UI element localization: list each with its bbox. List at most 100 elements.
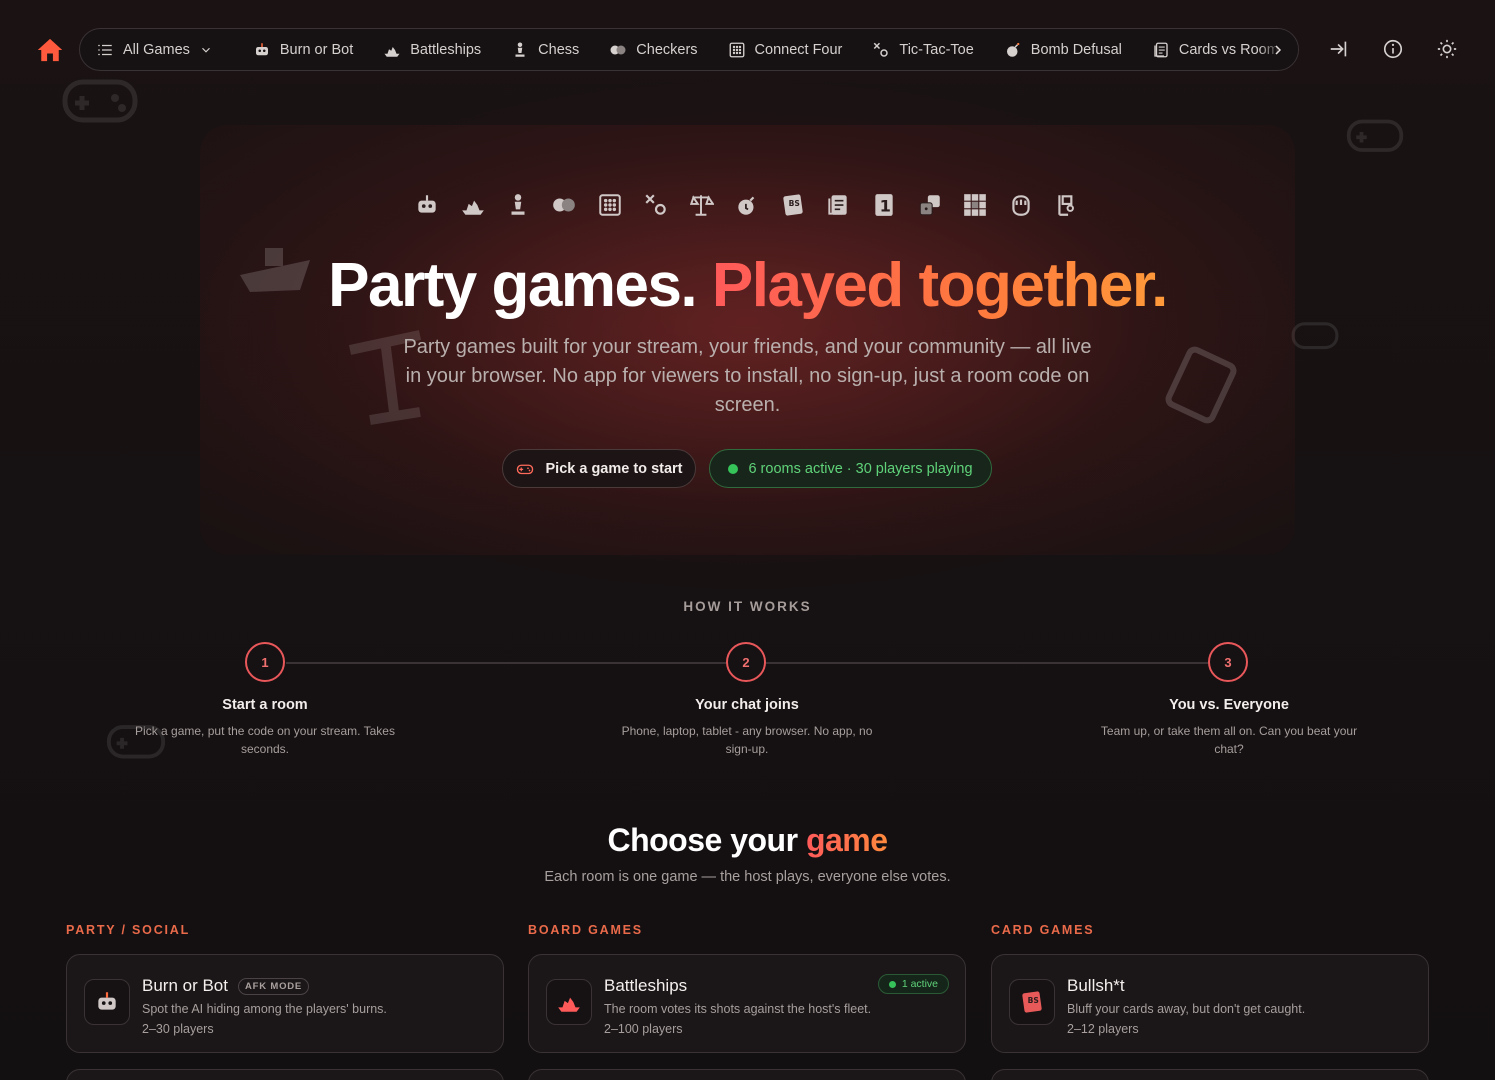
sun-icon[interactable] [1436, 38, 1458, 60]
nav-label: Chess [538, 41, 580, 58]
ship-icon[interactable] [458, 190, 488, 220]
gamepad-decor-icon [1346, 119, 1404, 152]
afk-mode-badge: AFK MODE [238, 977, 310, 995]
flag-icon[interactable] [1052, 190, 1082, 220]
login-icon[interactable] [1328, 38, 1350, 60]
step-title-2: Your chat joins [695, 697, 799, 713]
cards-icon[interactable] [823, 190, 853, 220]
step-title-3: You vs. Everyone [1169, 697, 1289, 713]
category-label-board-games: BOARD GAMES [528, 923, 643, 937]
game-card-bullshit[interactable]: BS Bullsh*t Bluff your cards away, but d… [991, 954, 1429, 1053]
hero-title-main: Party games. [328, 251, 712, 320]
card-players: 2–12 players [1067, 1022, 1139, 1036]
nav-label: Battleships [410, 41, 482, 58]
card-title: Burn or Bot AFK MODE [142, 976, 310, 996]
nav-label: All Games [123, 41, 190, 58]
card-title-text: Burn or Bot [142, 976, 228, 995]
games-nav: All Games Burn or Bot Battleships Chess … [79, 28, 1299, 71]
cards-icon [1154, 42, 1168, 57]
choose-game-title: Choose your game [0, 822, 1495, 859]
category-label-card-games: CARD GAMES [991, 923, 1095, 937]
active-rooms-badge: 1 active [877, 974, 949, 994]
chess-pawn-icon[interactable] [503, 190, 533, 220]
grid-icon [729, 42, 744, 57]
step-desc-1: Pick a game, put the code on your stream… [135, 724, 395, 756]
nav-item-connect-four[interactable]: Connect Four [728, 41, 843, 59]
grid-icon[interactable] [595, 190, 625, 220]
card-title-text: Bullsh*t [1067, 976, 1125, 995]
step-title-1: Start a room [222, 697, 308, 713]
bs-card-icon[interactable]: BS [778, 190, 808, 220]
robot-icon [84, 979, 130, 1025]
hero-title: Party games. Played together. [0, 250, 1495, 321]
gamepad-icon [516, 464, 533, 474]
nav-item-all-games[interactable]: All Games [96, 41, 213, 59]
home-icon[interactable] [36, 36, 64, 64]
svg-text:BS: BS [788, 199, 799, 208]
game-card-battleships[interactable]: Battleships 1 active The room votes its … [528, 954, 966, 1053]
hero-subtitle: Party games built for your stream, your … [403, 336, 1092, 416]
nav-label: Connect Four [754, 41, 843, 58]
card-title-text: Battleships [604, 976, 688, 995]
nav-label: Burn or Bot [279, 41, 354, 58]
bomb-icon[interactable] [732, 190, 762, 220]
list-icon [98, 44, 112, 55]
pick-game-label: Pick a game to start [545, 460, 683, 477]
game-card-next-row[interactable] [66, 1069, 504, 1080]
cards-decor-icon [1165, 346, 1237, 424]
category-label-party-social: PARTY / SOCIAL [66, 923, 191, 937]
game-card-next-row[interactable] [991, 1069, 1429, 1080]
nav-label: Tic-Tac-Toe [899, 41, 974, 58]
nav-item-burn-or-bot[interactable]: Burn or Bot [253, 41, 353, 59]
status-dot [728, 463, 739, 474]
info-icon[interactable] [1382, 38, 1404, 60]
ship-icon [384, 46, 400, 57]
step-number-1: 1 [245, 642, 285, 682]
fist-icon[interactable] [1006, 190, 1036, 220]
robot-icon[interactable] [412, 190, 442, 220]
nav-item-battleships[interactable]: Battleships [383, 41, 481, 59]
how-it-works-label: HOW IT WORKS [683, 599, 812, 614]
svg-text:BS: BS [1028, 996, 1039, 1005]
chevron-down-icon [201, 47, 210, 53]
status-dot [888, 980, 896, 988]
svg-text:1: 1 [880, 197, 891, 216]
ship-icon [546, 979, 592, 1025]
card-description: The room votes its shots against the hos… [604, 1002, 872, 1016]
card-players: 2–30 players [142, 1022, 214, 1036]
hero-title-accent: Played together. [711, 251, 1168, 320]
game-card-next-row[interactable] [528, 1069, 966, 1080]
checkers-icon[interactable] [549, 190, 579, 220]
nav-item-tic-tac-toe[interactable]: Tic-Tac-Toe [872, 41, 974, 59]
x-o-icon [874, 42, 889, 57]
step-number-2: 2 [726, 642, 766, 682]
rooms-status-pill[interactable]: 6 rooms active · 30 players playing [709, 449, 992, 488]
rooms-status-text: 6 rooms active · 30 players playing [748, 460, 973, 477]
gamepad-decor-icon [62, 79, 138, 123]
x-o-icon[interactable] [641, 190, 671, 220]
tiles-icon[interactable] [960, 190, 990, 220]
card-description: Bluff your cards away, but don't get cau… [1067, 1002, 1306, 1016]
card-title: Bullsh*t [1067, 976, 1125, 996]
dice-icon[interactable] [915, 190, 945, 220]
chevron-right-icon [1275, 44, 1282, 55]
nav-item-bomb-defusal[interactable]: Bomb Defusal [1004, 41, 1122, 59]
choose-game-subtitle: Each room is one game — the host plays, … [544, 869, 951, 885]
scales-icon[interactable] [686, 190, 716, 220]
bs-card-icon: BS [1009, 979, 1055, 1025]
bomb-icon [1006, 42, 1020, 57]
step-desc-3: Team up, or take them all on. Can you be… [1100, 724, 1358, 756]
nav-scroll-right[interactable] [1258, 29, 1298, 70]
game-icon-row: BS 1 [412, 190, 1082, 222]
nav-item-checkers[interactable]: Checkers [609, 41, 698, 59]
robot-icon [255, 42, 268, 55]
number-one-icon[interactable]: 1 [869, 190, 899, 220]
card-description: Spot the AI hiding among the players' bu… [142, 1002, 387, 1016]
pick-game-button[interactable]: Pick a game to start [502, 449, 696, 488]
active-rooms-text: 1 active [901, 978, 938, 990]
step-number-3: 3 [1208, 642, 1248, 682]
nav-item-chess[interactable]: Chess [511, 41, 579, 59]
game-card-burn-or-bot[interactable]: Burn or Bot AFK MODE Spot the AI hiding … [66, 954, 504, 1053]
card-players: 2–100 players [604, 1022, 683, 1036]
gamepad-decor-icon [1291, 322, 1339, 350]
